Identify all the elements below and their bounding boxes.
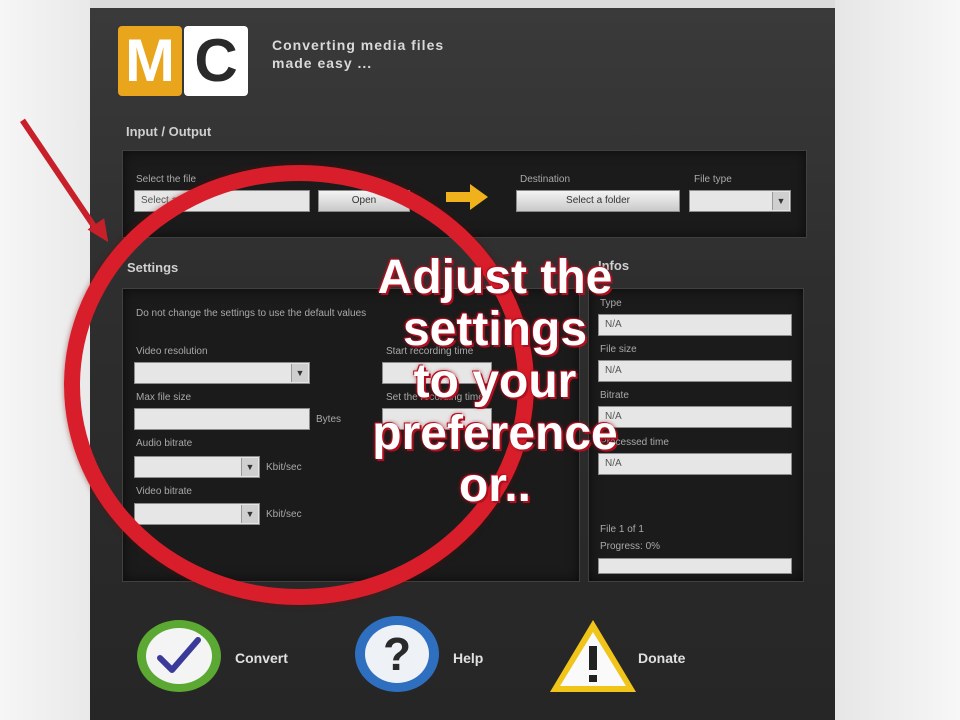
tagline-line1: Converting media files — [272, 37, 445, 53]
background-right — [835, 0, 960, 720]
file-counter: File 1 of 1 — [600, 524, 644, 535]
logo-c-tile: C — [184, 26, 248, 96]
chevron-down-icon[interactable]: ▼ — [772, 192, 789, 210]
overlay-line-2: settings — [402, 303, 588, 356]
question-mark-icon[interactable]: ? — [352, 614, 442, 694]
svg-text:?: ? — [383, 628, 411, 680]
convert-button[interactable]: Convert — [235, 650, 288, 666]
tagline: Converting media files made easy ... — [272, 36, 444, 72]
overlay-line-5: or.. — [458, 459, 532, 512]
tagline-line2: made easy ... — [272, 55, 373, 71]
overlay-line-1: Adjust the — [377, 251, 613, 304]
progress-text: Progress: 0% — [600, 541, 661, 552]
file-type-label: File type — [694, 174, 732, 185]
help-button[interactable]: Help — [453, 650, 483, 666]
file-type-select[interactable]: ▼ — [689, 190, 791, 212]
select-file-label: Select the file — [136, 174, 197, 185]
arrow-right-icon — [446, 184, 488, 210]
donate-button[interactable]: Donate — [638, 650, 685, 666]
overlay-line-4: preference — [372, 407, 618, 460]
overlay-line-3: to your — [413, 355, 577, 408]
input-output-heading: Input / Output — [126, 124, 212, 139]
select-folder-button[interactable]: Select a folder — [516, 190, 680, 212]
warning-triangle-icon[interactable] — [548, 618, 638, 694]
checkmark-icon[interactable] — [134, 618, 224, 694]
progress-bar — [598, 558, 792, 574]
overlay-caption: Adjust the settings to your preference o… — [330, 252, 660, 512]
logo-m-tile: M — [118, 26, 182, 96]
destination-label: Destination — [520, 174, 571, 185]
